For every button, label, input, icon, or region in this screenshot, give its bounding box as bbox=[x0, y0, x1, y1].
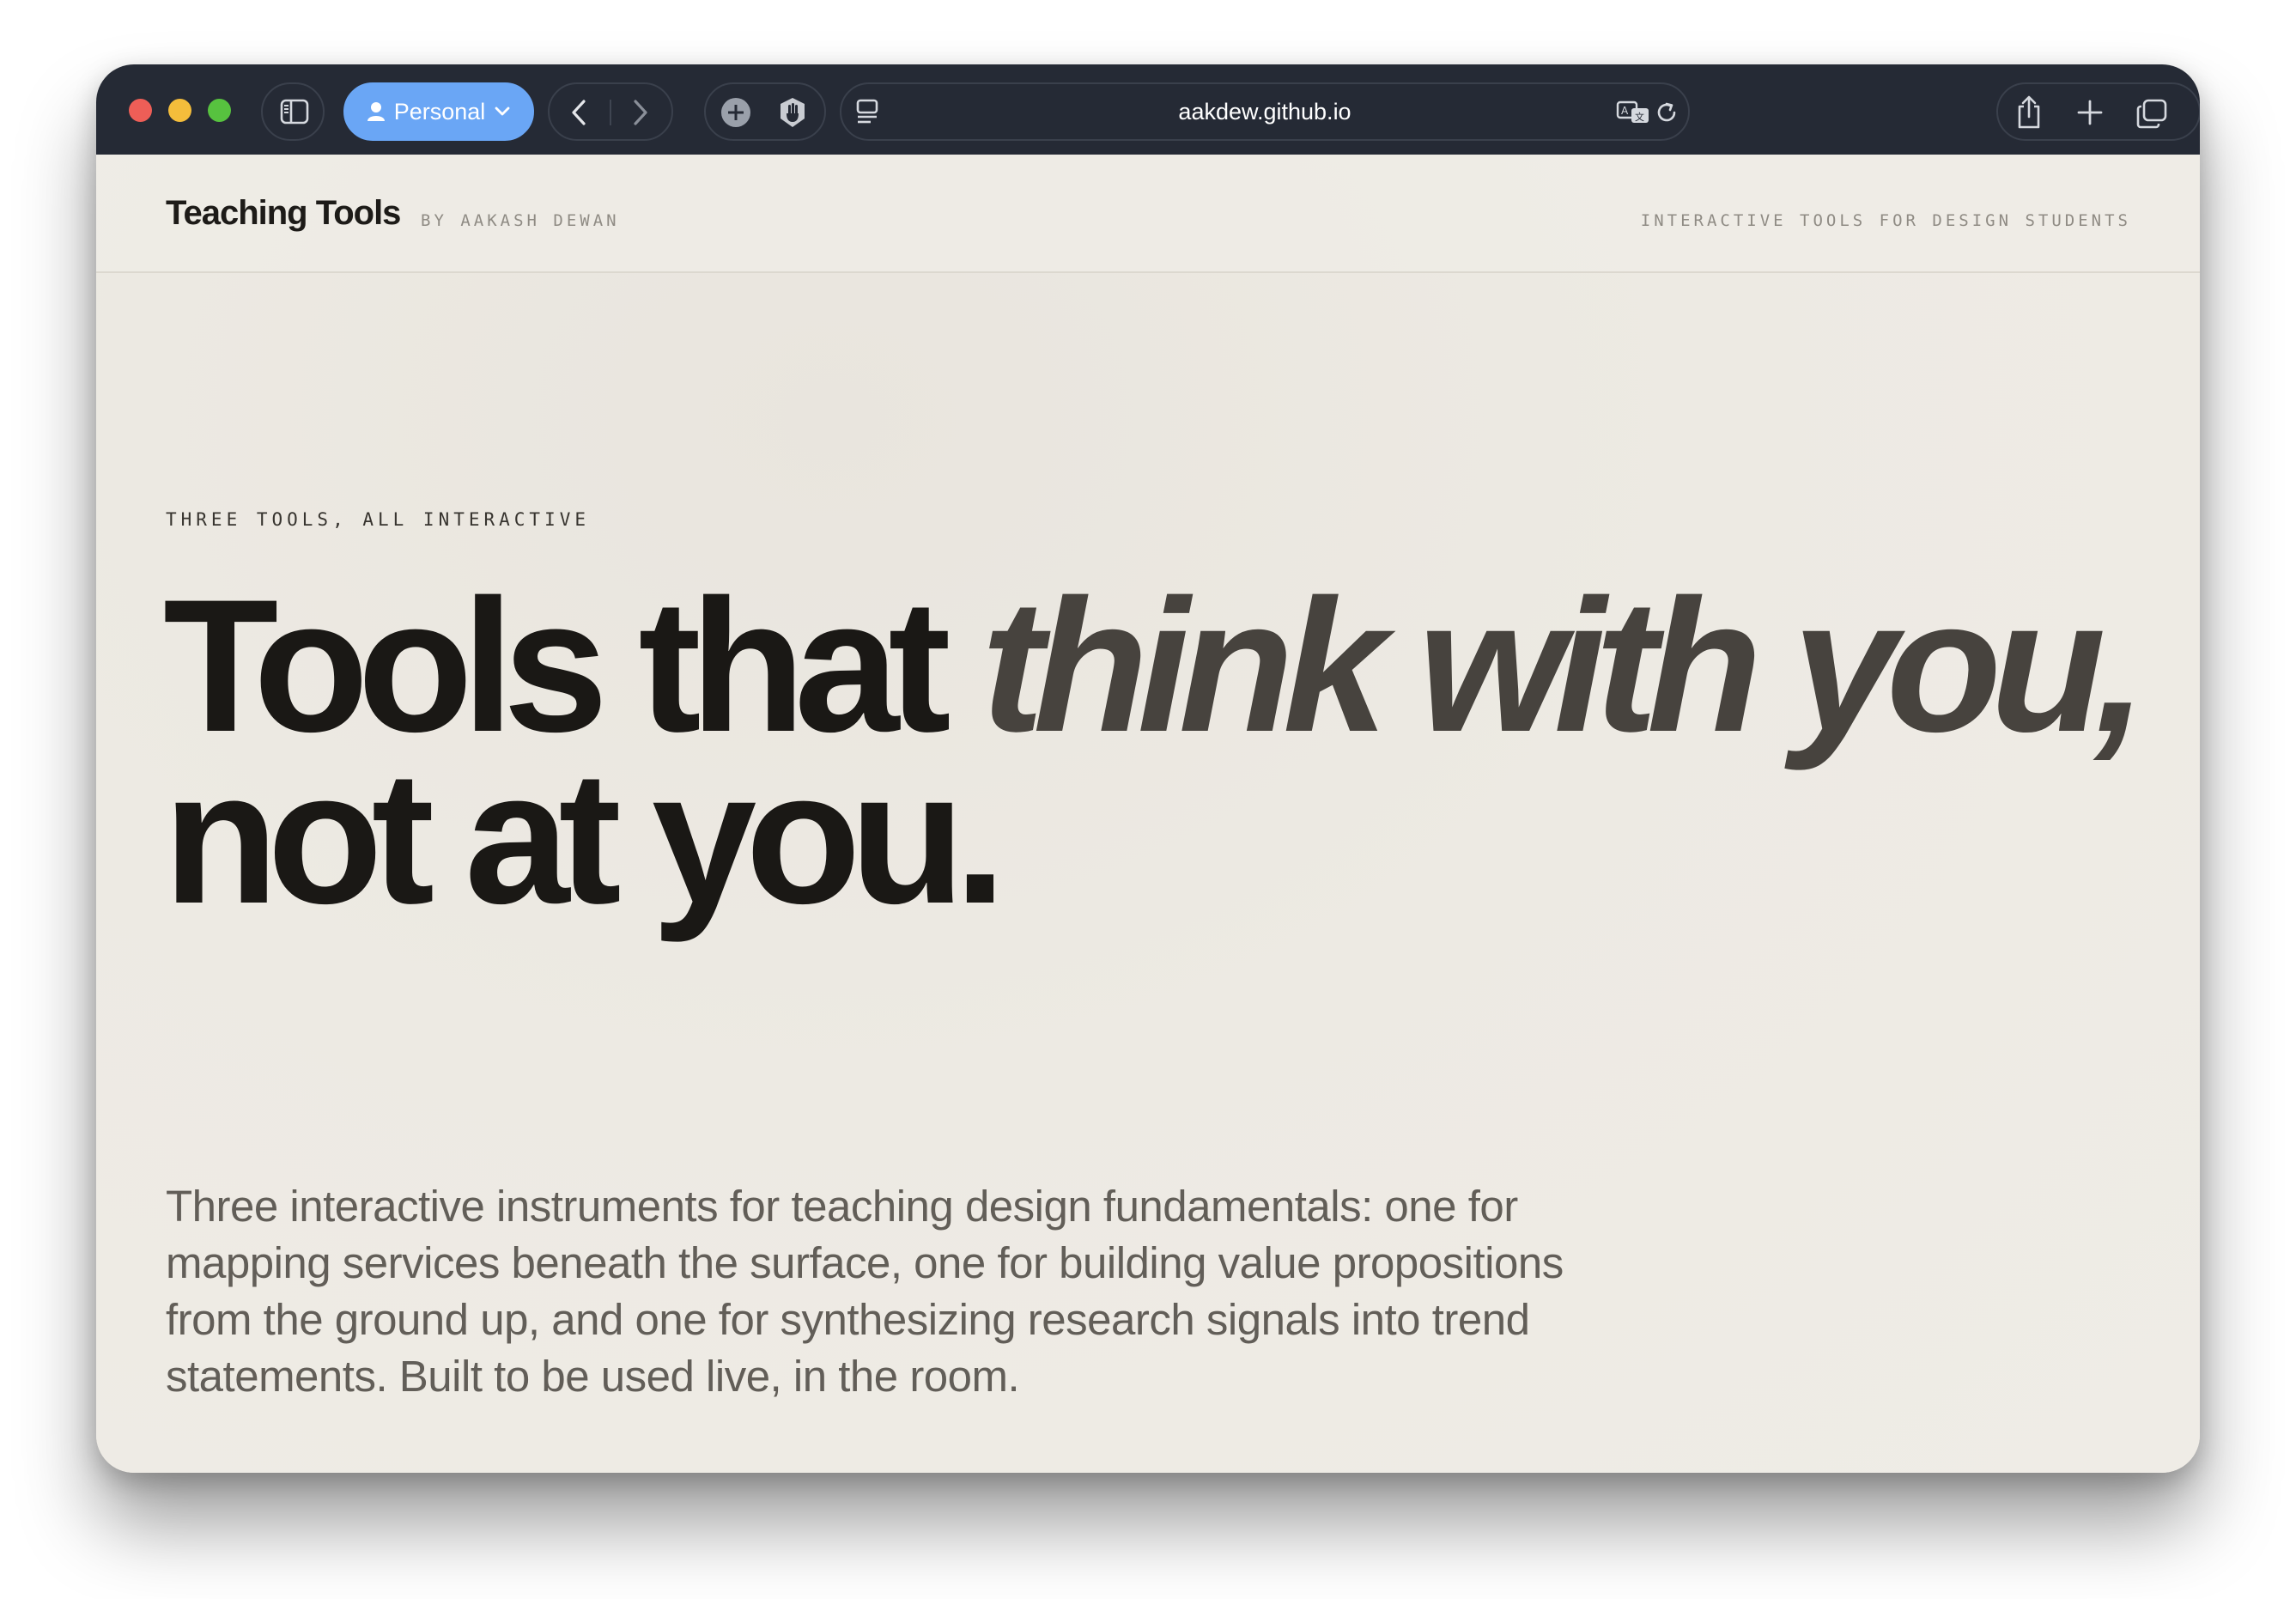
headline-emphasis: think with you, bbox=[981, 560, 2147, 771]
minimize-window-button[interactable] bbox=[168, 99, 191, 122]
browser-toolbar: Personal aakdew.github.io A 文 bbox=[96, 64, 2200, 155]
site-header: Teaching Tools BY AAKASH DEWAN INTERACTI… bbox=[96, 155, 2200, 273]
hero-lede: Three interactive instruments for teachi… bbox=[166, 1182, 1564, 1401]
navigation-group bbox=[548, 82, 673, 141]
hero-eyebrow: THREE TOOLS, ALL INTERACTIVE bbox=[166, 509, 591, 530]
person-icon bbox=[367, 101, 386, 122]
page-content: Teaching Tools BY AAKASH DEWAN INTERACTI… bbox=[96, 155, 2200, 1473]
zoom-window-button[interactable] bbox=[208, 99, 231, 122]
sidebar-toggle-button[interactable] bbox=[261, 82, 325, 141]
plus-icon[interactable] bbox=[2075, 98, 2105, 127]
translate-icon[interactable]: A 文 bbox=[1616, 100, 1650, 125]
forward-button[interactable] bbox=[629, 98, 651, 127]
window-actions-group bbox=[1996, 82, 2200, 141]
site-tagline: INTERACTIVE TOOLS FOR DESIGN STUDENTS bbox=[1640, 211, 2131, 230]
svg-text:A: A bbox=[1621, 105, 1629, 117]
reload-icon[interactable] bbox=[1654, 100, 1679, 125]
profile-button[interactable]: Personal bbox=[343, 82, 534, 141]
site-byline: BY AAKASH DEWAN bbox=[421, 211, 620, 230]
share-icon[interactable] bbox=[2014, 94, 2044, 131]
headline-part-2: not at you. bbox=[163, 732, 1006, 943]
chevron-right-icon bbox=[629, 98, 651, 127]
hero-headline: Tools that think with you, not at you. bbox=[163, 571, 2147, 932]
close-window-button[interactable] bbox=[129, 99, 152, 122]
chevron-left-icon bbox=[568, 98, 591, 127]
hand-icon[interactable] bbox=[776, 96, 809, 129]
url-text: aakdew.github.io bbox=[1178, 98, 1351, 125]
nav-divider bbox=[610, 100, 611, 125]
svg-text:文: 文 bbox=[1635, 111, 1644, 123]
sidebar-icon bbox=[280, 99, 309, 125]
reader-icon[interactable] bbox=[855, 98, 881, 125]
browser-window: Personal aakdew.github.io A 文 Teaching T… bbox=[96, 64, 2200, 1473]
chevron-down-icon bbox=[494, 106, 511, 118]
extensions-group bbox=[704, 82, 826, 141]
plus-circle-icon[interactable] bbox=[720, 96, 752, 129]
tab-overview-icon[interactable] bbox=[2135, 98, 2168, 129]
site-brand-link[interactable]: Teaching Tools bbox=[166, 194, 401, 233]
address-bar[interactable]: aakdew.github.io A 文 bbox=[840, 82, 1690, 141]
screenshot-stage: Personal aakdew.github.io A 文 Teaching T… bbox=[0, 0, 2296, 1599]
profile-label: Personal bbox=[393, 98, 486, 125]
back-button[interactable] bbox=[568, 98, 591, 127]
